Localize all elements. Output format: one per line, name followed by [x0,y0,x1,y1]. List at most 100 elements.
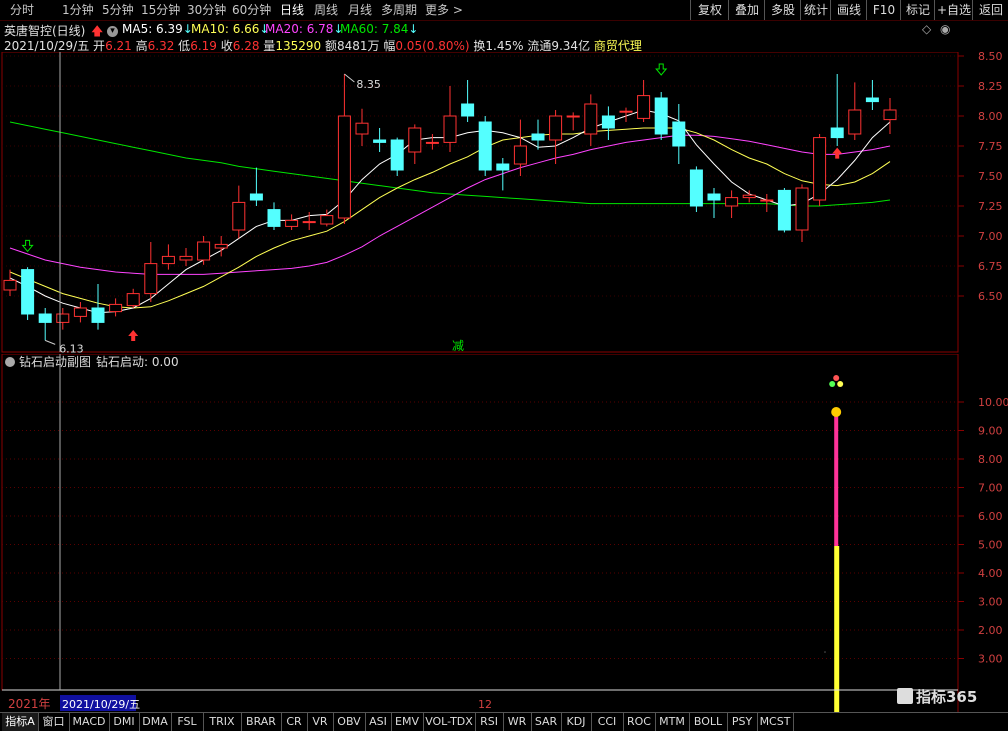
price-tick-label: 6.50 [978,290,1003,303]
draw-line-button[interactable]: 画线 [830,0,867,20]
sub-tick-label: 10.00 [978,396,1008,409]
candle-body [777,189,791,231]
period-tab-month[interactable]: 月线 [348,2,372,18]
indicator-tab-a[interactable]: 指标A [2,713,39,731]
stats-button[interactable]: 统计 [800,0,831,20]
close-label: 收 [220,39,233,53]
indicator-tab-psy[interactable]: PSY [727,713,758,731]
indicator-tab-boll[interactable]: BOLL [689,713,728,731]
candle-body [56,313,70,323]
adjust-button[interactable]: 复权 [690,0,729,20]
indicator-tab-rsi[interactable]: RSI [475,713,504,731]
sub-plot-frame [1,354,959,691]
kline-chart[interactable]: 8.50 8.25 8.00 7.75 7.50 7.25 7.00 6.75 6.50 8.35… [0,52,1008,354]
indicator-tab-fsl[interactable]: FSL [171,713,204,731]
indicator-tab-voltdx[interactable]: VOL-TDX [423,713,476,731]
indicator-tab-kdj[interactable]: KDJ [561,713,592,731]
period-tab-1min[interactable]: 1分钟 [62,2,94,18]
period-tab-multi[interactable]: 多周期 [381,2,417,18]
indicator-tab-roc[interactable]: ROC [623,713,656,731]
sub-tick-label: 9.00 [978,425,1003,438]
diamond-dot-icon [837,381,844,387]
candle-body [91,307,105,323]
period-tab-more[interactable]: 更多 > [425,2,463,18]
period-tab-day[interactable]: 日线 [280,2,304,18]
sector-value[interactable]: 商贸代理 [594,39,642,53]
time-axis-year: 2021年 [8,697,51,711]
indicator-tab-mtm[interactable]: MTM [655,713,690,731]
candle-body [725,197,739,207]
quote-date: 2021/10/29/五 [4,39,90,53]
candle-body [461,103,475,117]
candle-body [496,163,510,171]
candle-body [38,313,52,323]
sub-tick-label: 2.00 [978,624,1003,637]
signal-top-ball [831,407,842,417]
signal-bar-lower [834,546,840,712]
indicator-tab-dma[interactable]: DMA [139,713,172,731]
indicator-tab-macd[interactable]: MACD [69,713,110,731]
low-label: 低 [178,39,191,53]
candle-body [3,279,17,291]
period-tab-60min[interactable]: 60分钟 [232,2,271,18]
indicator-tab-cci[interactable]: CCI [591,713,624,731]
sub-tick-label: 3.00 [978,653,1003,666]
candle-body [654,97,668,135]
period-tab-timeshare[interactable]: 分时 [10,2,34,18]
collapse-icon[interactable]: ▾ [107,22,118,37]
signal-bar-upper [834,416,839,546]
candle-body [689,169,703,207]
price-tick-label: 7.50 [978,170,1003,183]
indicator-tab-mcst[interactable]: MCST [757,713,794,731]
diamond-icon[interactable]: ◇ [922,22,931,36]
indicator-tabs-bar: 指标A 窗口 MACD DMI DMA FSL TRIX BRAR CR VR OBV ASI EMV V… [0,712,1008,731]
low-value: 6.19 [190,39,217,53]
candle-body [302,221,316,224]
candle-body [637,95,651,119]
high-label: 高 [135,39,148,53]
cursor-date-label: 2021/10/29/五 [62,698,140,711]
candle-body [355,122,369,135]
period-tab-15min[interactable]: 15分钟 [141,2,180,18]
candle-body [197,241,211,261]
period-tab-5min[interactable]: 5分钟 [102,2,134,18]
sell-arrow-icon [21,239,34,253]
indicator-tab-trix[interactable]: TRIX [203,713,242,731]
period-tab-week[interactable]: 周线 [314,2,338,18]
candle-body [214,243,228,249]
indicator-tab-dmi[interactable]: DMI [109,713,140,731]
indicator-tab-emv[interactable]: EMV [391,713,424,731]
candle-body [672,121,686,147]
sub-tick-label: 3.00 [978,596,1003,609]
indicator-tab-[interactable]: 窗口 [38,713,70,731]
back-button[interactable]: 返回 [972,0,1008,20]
candle-body [566,115,580,118]
f10-button[interactable]: F10 [866,0,901,20]
sub-tick-label: 7.00 [978,482,1003,495]
watermark-logo-icon [897,688,913,704]
add-watchlist-button[interactable]: +自选 [934,0,973,20]
indicator-chart[interactable]: 钻石启动副图 钻石启动: 0.00 10.00 9.00 8.00 7.00 6.00 5.0… [0,354,1008,712]
indicator-tab-brar[interactable]: BRAR [241,713,282,731]
indicator-tab-sar[interactable]: SAR [531,713,562,731]
sub-tick-label: 8.00 [978,453,1003,466]
indicator-tab-vr[interactable]: VR [307,713,334,731]
indicator-tab-obv[interactable]: OBV [333,713,366,731]
period-tab-30min[interactable]: 30分钟 [187,2,226,18]
sub-collapse-icon [5,357,15,367]
sub-chart-title: 钻石启动副图 [19,354,91,369]
ma5-value: MA5: 6.39 [122,22,183,36]
indicator-tab-cr[interactable]: CR [281,713,308,731]
sell-arrow-icon [655,63,668,76]
sub-tick-label: 5.00 [978,539,1003,552]
candle-body [531,133,545,141]
settings-dot-icon[interactable]: ◉ [940,22,950,36]
indicator-tab-asi[interactable]: ASI [365,713,392,731]
close-value: 6.28 [232,39,260,53]
multi-stock-button[interactable]: 多股 [764,0,801,20]
indicator-tab-wr[interactable]: WR [503,713,532,731]
candle-body [813,137,827,201]
candle-body [109,303,123,313]
mark-button[interactable]: 标记 [900,0,935,20]
overlay-button[interactable]: 叠加 [728,0,765,20]
